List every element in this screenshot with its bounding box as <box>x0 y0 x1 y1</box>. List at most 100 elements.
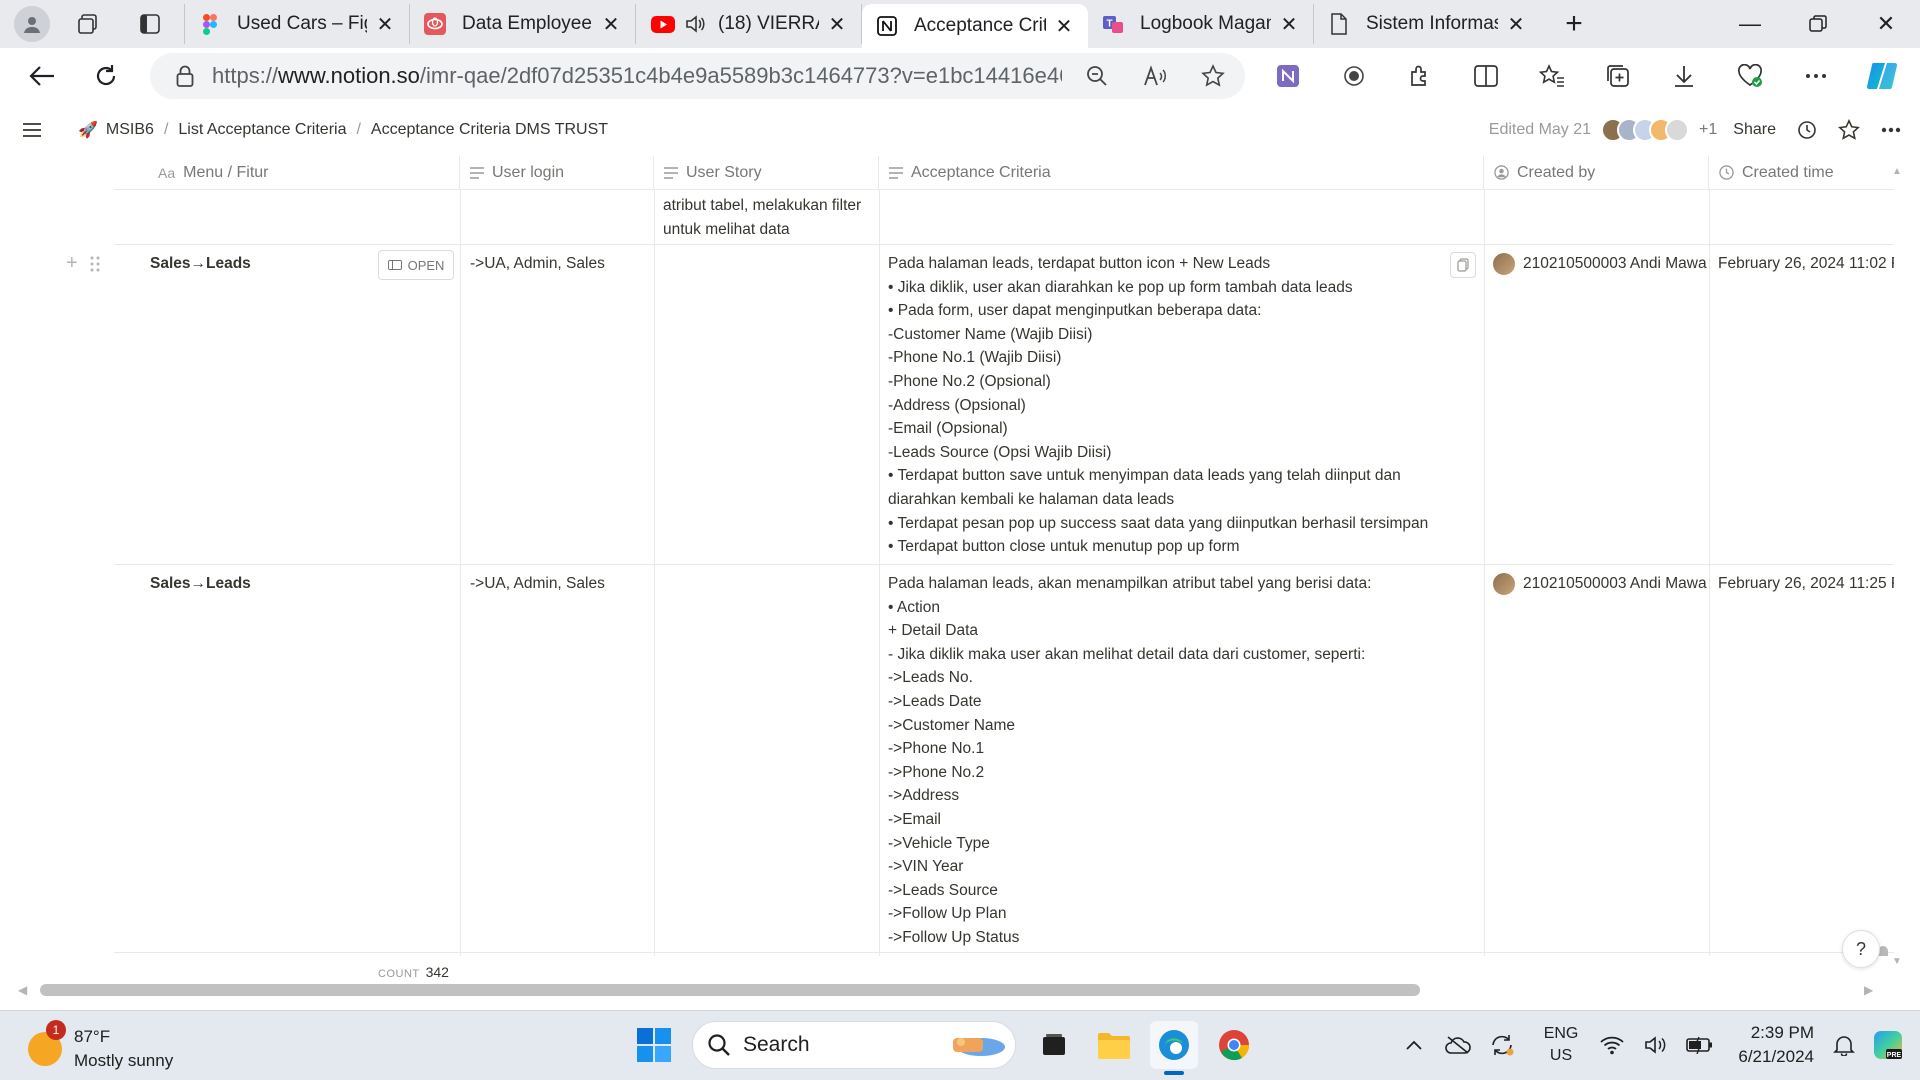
created-time-cell[interactable]: February 26, 2024 11:25 PM <box>1718 572 1894 596</box>
browser-essentials-icon[interactable] <box>1728 54 1772 98</box>
created-by-cell[interactable]: 210210500003 Andi Mawadd <box>1493 252 1707 276</box>
share-button[interactable]: Share <box>1733 121 1776 139</box>
chrome-icon[interactable] <box>1210 1021 1258 1069</box>
breadcrumb-item[interactable]: Acceptance Criteria DMS TRUST <box>371 121 608 139</box>
scroll-left-arrow[interactable]: ◀ <box>18 983 27 997</box>
refresh-icon[interactable] <box>84 54 128 98</box>
avatar <box>1493 572 1515 595</box>
onedrive-icon[interactable] <box>1440 1027 1476 1063</box>
copy-icon[interactable] <box>1450 252 1476 278</box>
menu-cell[interactable]: Sales→Leads <box>150 252 251 276</box>
menu-icon[interactable] <box>22 122 46 138</box>
user-login-cell[interactable]: ->UA, Admin, Sales <box>470 572 605 596</box>
tab-data-employee[interactable]: Data Employee | ... ✕ <box>410 4 636 44</box>
row-handle[interactable]: + <box>66 252 100 275</box>
volume-icon[interactable] <box>1638 1027 1674 1063</box>
tab-sistem-informasi[interactable]: Sistem Informasi ✕ <box>1314 4 1540 44</box>
close-icon[interactable]: ✕ <box>601 14 621 36</box>
close-icon[interactable]: ✕ <box>375 14 395 36</box>
copilot-icon[interactable] <box>1860 54 1904 98</box>
windows-start-icon[interactable] <box>630 1021 678 1069</box>
user-story-cell[interactable]: atribut tabel, melakukan filter untuk me… <box>663 194 877 241</box>
add-row-icon[interactable]: + <box>66 252 78 275</box>
workspaces-icon[interactable] <box>68 4 108 44</box>
open-page-button[interactable]: OPEN <box>378 250 454 280</box>
language-indicator[interactable]: ENG US <box>1544 1023 1579 1067</box>
restore-icon[interactable] <box>1784 0 1852 48</box>
close-icon[interactable]: ✕ <box>1506 14 1526 36</box>
collections-icon[interactable] <box>1596 54 1640 98</box>
extensions-puzzle-icon[interactable] <box>1398 54 1442 98</box>
cell-line: untuk melihat data <box>663 220 790 238</box>
downloads-icon[interactable] <box>1662 54 1706 98</box>
more-icon[interactable] <box>1880 119 1902 141</box>
speaker-icon[interactable] <box>684 13 706 35</box>
tab-actions-icon[interactable] <box>130 4 170 44</box>
created-time-cell[interactable]: February 26, 2024 11:02 PM <box>1718 252 1894 276</box>
copilot-preview-icon[interactable]: PRE <box>1870 1027 1906 1063</box>
column-header-user-story[interactable]: User Story <box>654 156 879 190</box>
column-header-created-by[interactable]: Created by <box>1484 156 1709 190</box>
history-icon[interactable] <box>1796 119 1818 141</box>
rocket-icon: 🚀 <box>78 122 98 139</box>
breadcrumb-item[interactable]: MSIB6 <box>106 121 154 139</box>
acceptance-criteria-cell[interactable]: Pada halaman leads, terdapat button icon… <box>888 252 1448 559</box>
help-button[interactable]: ? <box>1842 930 1880 968</box>
edited-timestamp[interactable]: Edited May 21 <box>1489 121 1591 139</box>
column-header-created-time[interactable]: Created time <box>1709 156 1894 190</box>
file-explorer-icon[interactable] <box>1090 1021 1138 1069</box>
scroll-right-arrow[interactable]: ▶ <box>1864 983 1873 997</box>
new-tab-button[interactable]: + <box>1552 4 1596 44</box>
close-window-icon[interactable]: ✕ <box>1852 0 1920 48</box>
wifi-icon[interactable] <box>1594 1027 1630 1063</box>
notification-bell-icon[interactable] <box>1826 1027 1862 1063</box>
weather-widget[interactable]: 1 87°F Mostly sunny <box>28 1020 173 1073</box>
read-aloud-icon[interactable] <box>1135 56 1175 96</box>
tab-logbook[interactable]: T Logbook Magang ✕ <box>1088 4 1314 44</box>
tab-acceptance-criteria[interactable]: Acceptance Criteria ✕ <box>862 4 1088 48</box>
created-by-cell[interactable]: 210210500003 Andi Mawadd <box>1493 572 1707 596</box>
extension-purple-icon[interactable] <box>1266 54 1310 98</box>
extra-collaborators-count[interactable]: +1 <box>1699 121 1717 139</box>
edge-icon[interactable] <box>1150 1021 1198 1075</box>
horizontal-scrollbar-thumb[interactable] <box>40 984 1420 996</box>
tab-youtube[interactable]: (18) VIERRA ✕ <box>636 4 862 44</box>
close-icon[interactable]: ✕ <box>1054 16 1074 38</box>
system-clock[interactable]: 2:39 PM 6/21/2024 <box>1738 1021 1814 1069</box>
tab-figma[interactable]: Used Cars – Figma ✕ <box>184 4 410 44</box>
favorite-icon[interactable] <box>1838 119 1860 141</box>
column-header-menu[interactable]: Aa Menu / Fitur <box>114 156 460 190</box>
sync-icon[interactable] <box>1484 1027 1520 1063</box>
split-screen-icon[interactable] <box>1464 54 1508 98</box>
collaborator-avatars[interactable] <box>1601 118 1690 142</box>
battery-icon[interactable] <box>1682 1027 1718 1063</box>
browser-extensions <box>1266 48 1920 104</box>
more-options-icon[interactable] <box>1794 54 1838 98</box>
column-label: Acceptance Criteria <box>911 163 1051 181</box>
menu-cell[interactable]: Sales→Leads <box>150 572 251 596</box>
chevron-up-icon[interactable] <box>1396 1027 1432 1063</box>
zoom-icon[interactable] <box>1077 56 1117 96</box>
notion-icon <box>876 15 898 37</box>
breadcrumb-item[interactable]: List Acceptance Criteria <box>178 121 346 139</box>
acceptance-criteria-cell[interactable]: Pada halaman leads, akan menampilkan atr… <box>888 572 1468 950</box>
task-view-icon[interactable] <box>1030 1021 1078 1069</box>
address-bar[interactable]: https://www.notion.so/imr-qae/2df07d2535… <box>150 53 1245 99</box>
back-icon[interactable] <box>20 54 64 98</box>
cell-line: ->Follow Up Status <box>888 928 1020 946</box>
taskbar-search[interactable]: Search <box>692 1021 1016 1069</box>
favorite-star-icon[interactable] <box>1193 56 1233 96</box>
lock-icon[interactable] <box>176 65 198 87</box>
scroll-down-arrow[interactable]: ▼ <box>1892 956 1902 967</box>
profile-icon[interactable] <box>14 6 50 42</box>
column-header-acceptance-criteria[interactable]: Acceptance Criteria <box>879 156 1484 190</box>
column-header-user-login[interactable]: User login <box>460 156 654 190</box>
extension-record-icon[interactable] <box>1332 54 1376 98</box>
favorites-icon[interactable] <box>1530 54 1574 98</box>
drag-handle-icon[interactable] <box>90 256 100 272</box>
close-icon[interactable]: ✕ <box>827 14 847 36</box>
close-icon[interactable]: ✕ <box>1279 14 1299 36</box>
user-login-cell[interactable]: ->UA, Admin, Sales <box>470 252 605 276</box>
scroll-up-arrow[interactable]: ▲ <box>1892 166 1900 177</box>
minimize-icon[interactable]: — <box>1716 0 1784 48</box>
